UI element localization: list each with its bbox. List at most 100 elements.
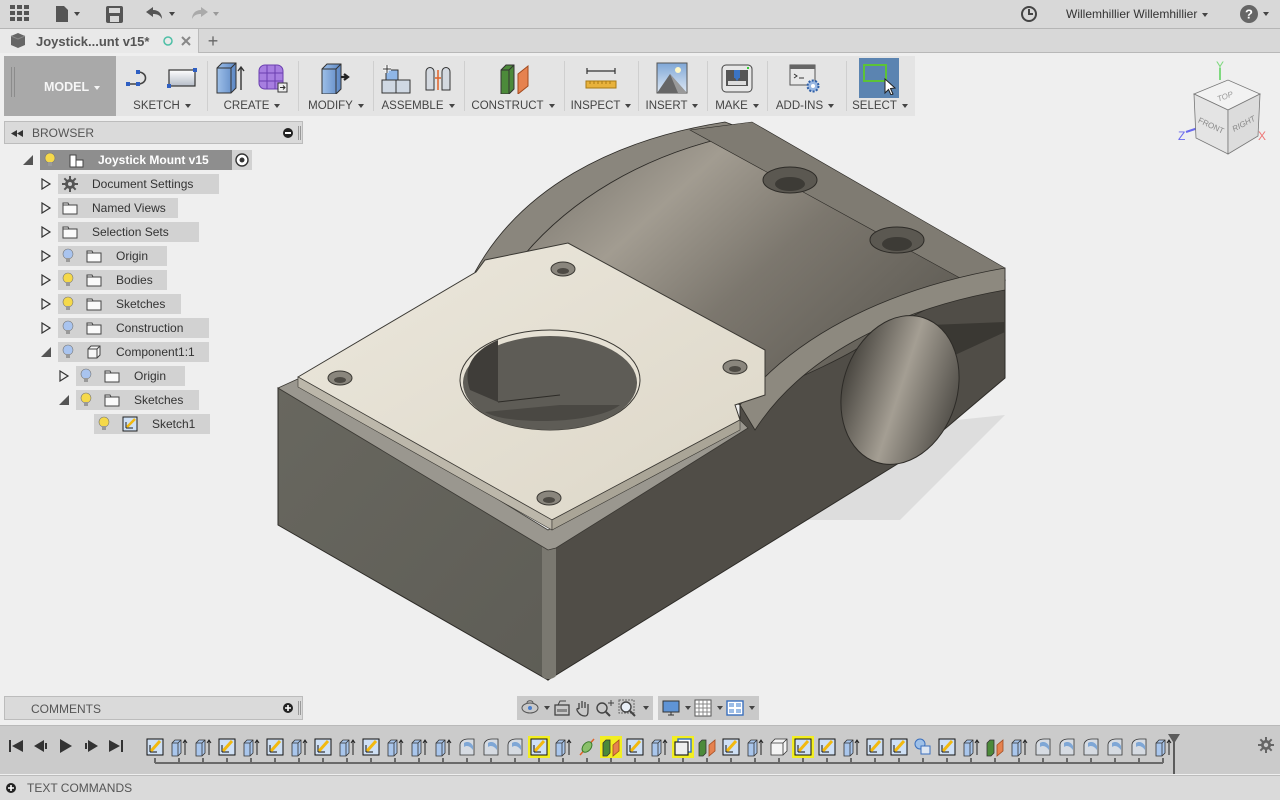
display-settings-button[interactable] <box>662 698 691 718</box>
timeline-feature-extrude[interactable] <box>168 736 190 758</box>
user-account-menu[interactable]: Willemhillier Willemhillier <box>1066 7 1209 21</box>
visibility-lightbulb-icon[interactable] <box>80 392 92 408</box>
timeline-marker[interactable] <box>1166 734 1182 774</box>
3d-model-joystick-mount[interactable] <box>270 115 1030 695</box>
go-to-start-icon[interactable] <box>8 738 24 754</box>
visibility-lightbulb-icon[interactable] <box>98 416 110 432</box>
workspace-switcher[interactable]: MODEL <box>4 56 116 116</box>
visibility-lightbulb-icon[interactable] <box>80 368 92 384</box>
app-grid-icon[interactable] <box>10 4 30 24</box>
timeline-feature-fillet[interactable] <box>1056 736 1078 758</box>
timeline-feature-extrude[interactable] <box>960 736 982 758</box>
visibility-lightbulb-icon[interactable] <box>62 320 74 336</box>
browser-item[interactable]: Construction <box>0 318 300 338</box>
expand-text-commands-icon[interactable] <box>6 783 16 793</box>
expand-triangle-icon[interactable] <box>40 178 52 190</box>
expand-triangle-icon[interactable] <box>58 370 70 382</box>
timeline-feature-axis[interactable] <box>576 736 598 758</box>
timeline-feature-extrude[interactable] <box>552 736 574 758</box>
activate-component-radio-icon[interactable] <box>232 150 253 170</box>
timeline-feature-sketch[interactable] <box>216 736 238 758</box>
browser-item[interactable]: Document Settings <box>0 174 300 194</box>
visibility-lightbulb-icon[interactable] <box>62 344 74 360</box>
timeline-feature-extrude[interactable] <box>240 736 262 758</box>
expand-triangle-icon[interactable] <box>40 202 52 214</box>
expand-triangle-icon[interactable] <box>40 250 52 262</box>
browser-item[interactable]: Origin <box>0 246 300 266</box>
expand-triangle-icon[interactable] <box>40 298 52 310</box>
toolbar-grip[interactable] <box>11 67 15 97</box>
collapse-triangle-icon[interactable] <box>58 394 70 406</box>
browser-item-node[interactable]: Selection Sets <box>58 222 199 242</box>
browser-item-node[interactable]: Document Settings <box>58 174 220 194</box>
timeline-feature-extrude[interactable] <box>288 736 310 758</box>
timeline-feature-fillet[interactable] <box>1104 736 1126 758</box>
browser-item-node[interactable]: Origin <box>58 246 168 266</box>
timeline-feature-sketch[interactable] <box>360 736 382 758</box>
toolbar-group-modify[interactable]: MODIFY <box>305 56 367 116</box>
toolbar-group-construct[interactable]: CONSTRUCT <box>470 56 556 116</box>
grid-snaps-button[interactable] <box>694 698 723 718</box>
toolbar-group-sketch[interactable]: SKETCH <box>122 56 202 116</box>
timeline-feature-extrude[interactable] <box>384 736 406 758</box>
browser-item-node[interactable]: Sketch1 <box>94 414 211 434</box>
timeline-feature-sketch[interactable] <box>144 736 166 758</box>
timeline-feature-sketch[interactable] <box>936 736 958 758</box>
close-tab-icon[interactable] <box>181 36 191 46</box>
toolbar-group-make[interactable]: MAKE <box>712 56 762 116</box>
browser-item[interactable]: Origin <box>0 366 300 386</box>
go-to-end-icon[interactable] <box>108 738 124 754</box>
timeline-feature-fillet[interactable] <box>504 736 526 758</box>
timeline-feature-fillet[interactable] <box>1080 736 1102 758</box>
timeline-feature-plane[interactable] <box>600 736 622 758</box>
viewcube[interactable]: Y Z X TOP FRONT RIGHT <box>1168 58 1270 162</box>
browser-item[interactable]: Joystick Mount v15 <box>0 150 300 170</box>
expand-triangle-icon[interactable] <box>40 322 52 334</box>
timeline-feature-sketch[interactable] <box>528 736 550 758</box>
timeline-feature-plane[interactable] <box>984 736 1006 758</box>
toolbar-group-create[interactable]: CREATE <box>212 56 292 116</box>
timeline-feature-extrude[interactable] <box>408 736 430 758</box>
visibility-lightbulb-icon[interactable] <box>62 296 74 312</box>
expand-triangle-icon[interactable] <box>40 226 52 238</box>
timeline-feature-component[interactable] <box>672 736 694 758</box>
collapse-triangle-icon[interactable] <box>22 154 34 166</box>
timeline-feature-extrude[interactable] <box>840 736 862 758</box>
zoom-button[interactable] <box>595 698 615 718</box>
timeline-feature-sketch[interactable] <box>720 736 742 758</box>
timeline-feature-fillet[interactable] <box>1032 736 1054 758</box>
browser-panel-header[interactable]: BROWSER <box>4 121 303 144</box>
comments-panel-header[interactable]: COMMENTS <box>4 696 303 720</box>
timeline-feature-extrude[interactable] <box>432 736 454 758</box>
browser-item[interactable]: Bodies <box>0 270 300 290</box>
play-icon[interactable] <box>58 738 74 754</box>
expand-triangle-icon[interactable] <box>40 274 52 286</box>
browser-item[interactable]: Component1:1 <box>0 342 300 362</box>
browser-item[interactable]: Sketch1 <box>0 414 300 434</box>
timeline-feature-plane[interactable] <box>696 736 718 758</box>
browser-item[interactable]: Named Views <box>0 198 300 218</box>
save-button[interactable] <box>106 4 123 24</box>
timeline-feature-sketch[interactable] <box>312 736 334 758</box>
document-tab[interactable]: Joystick...unt v15* <box>0 29 199 53</box>
help-button[interactable]: ? <box>1240 4 1269 24</box>
visibility-lightbulb-icon[interactable] <box>62 248 74 264</box>
text-commands-panel[interactable]: TEXT COMMANDS <box>0 775 1280 800</box>
timeline-feature-sketch[interactable] <box>864 736 886 758</box>
browser-item-node[interactable]: Component1:1 <box>58 342 209 362</box>
undo-button[interactable] <box>146 4 175 24</box>
redo-button[interactable] <box>190 4 219 24</box>
timeline-settings-gear-icon[interactable] <box>1258 737 1274 753</box>
toolbar-group-add-ins[interactable]: ADD-INS <box>772 56 838 116</box>
browser-item-node[interactable]: Sketches <box>76 390 200 410</box>
browser-item-node[interactable]: Origin <box>76 366 186 386</box>
timeline-feature-fillet[interactable] <box>480 736 502 758</box>
step-forward-icon[interactable] <box>83 738 99 754</box>
timeline-feature-extrude[interactable] <box>192 736 214 758</box>
browser-item-node[interactable]: Construction <box>58 318 209 338</box>
job-status-button[interactable] <box>1020 4 1038 24</box>
timeline-feature-sketch[interactable] <box>888 736 910 758</box>
file-menu-button[interactable] <box>55 4 80 24</box>
browser-item[interactable]: Selection Sets <box>0 222 300 242</box>
timeline-feature-sketch[interactable] <box>624 736 646 758</box>
